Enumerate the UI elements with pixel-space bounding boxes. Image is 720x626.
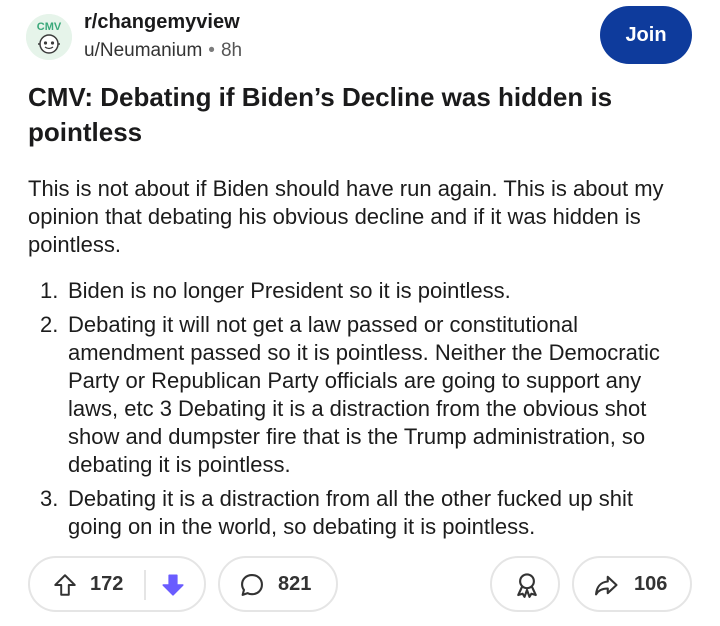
arrow-up-icon (54, 574, 76, 596)
list-item: 1. Biden is no longer President so it is … (40, 278, 511, 303)
award-icon (512, 570, 542, 606)
comments-button[interactable]: 821 (218, 556, 338, 612)
cmv-logo-icon: CMV (26, 14, 72, 60)
post-intro: This is not about if Biden should have r… (28, 176, 664, 257)
share-button[interactable]: 106 (572, 556, 692, 612)
post-header: CMV r/changemyview u/Neumanium • 8h Join (26, 6, 696, 66)
post-body: This is not about if Biden should have r… (28, 175, 692, 547)
subreddit-name[interactable]: r/changemyview (84, 10, 242, 34)
post-title[interactable]: CMV: Debating if Biden’s Decline was hid… (28, 80, 668, 150)
upvote-count: 172 (90, 573, 124, 595)
comment-count: 821 (278, 573, 312, 595)
join-button[interactable]: Join (600, 6, 692, 64)
vote-divider (144, 570, 146, 600)
arrow-down-icon (162, 574, 184, 596)
meta-separator: • (208, 40, 215, 61)
svg-text:CMV: CMV (37, 21, 62, 33)
share-count: 106 (634, 573, 668, 595)
upvote-button[interactable] (52, 572, 78, 604)
subreddit-avatar[interactable]: CMV (26, 14, 72, 60)
post-list: 1. Biden is no longer President so it is … (28, 277, 692, 541)
vote-control: 172 (28, 556, 206, 612)
author-name[interactable]: u/Neumanium (84, 40, 202, 61)
downvote-button[interactable] (160, 572, 186, 604)
list-item: 2. Debating it will not get a law passed … (40, 312, 660, 477)
share-arrow-icon (592, 571, 620, 605)
post-time: 8h (220, 40, 243, 61)
post-actions: 172 821 106 (28, 556, 692, 612)
speech-bubble-icon (238, 571, 266, 605)
award-button[interactable] (490, 556, 560, 612)
list-item: 3. Debating it is a distraction from all … (40, 486, 633, 539)
